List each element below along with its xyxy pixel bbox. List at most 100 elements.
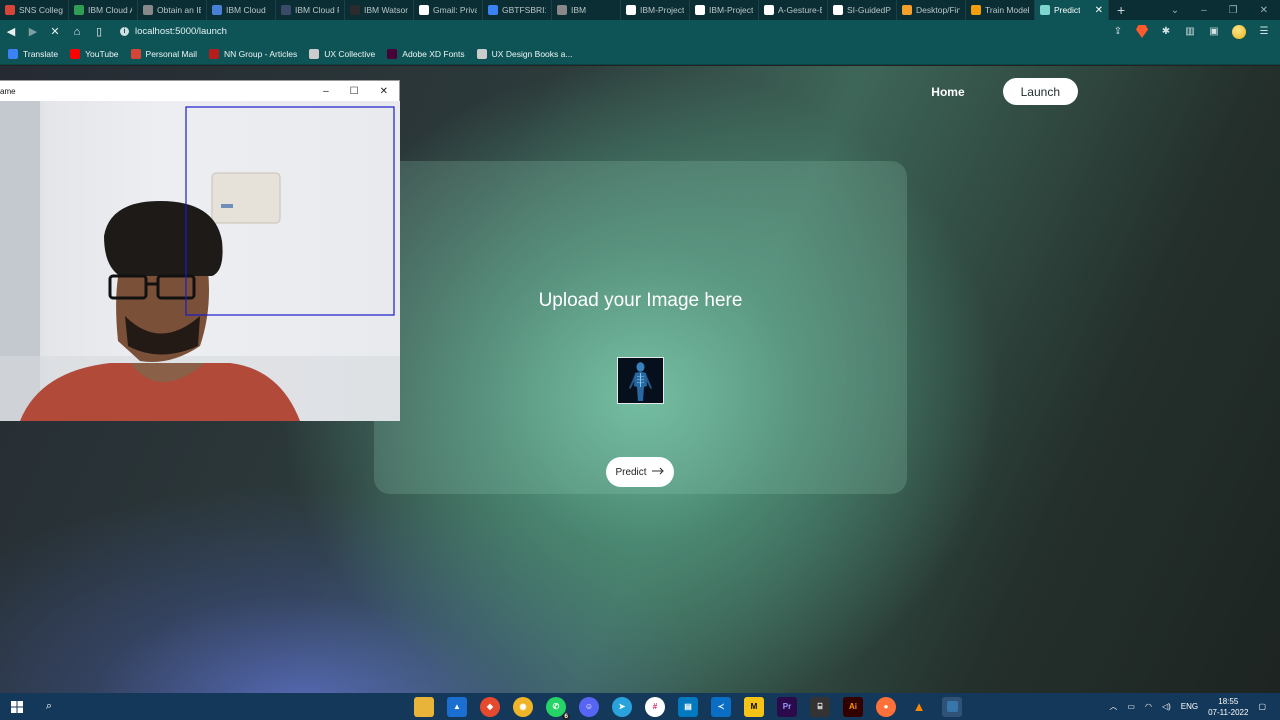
telegram-icon[interactable]: ➤ [612, 696, 632, 717]
bookmark-item[interactable]: UX Collective [309, 48, 375, 59]
stop-loading-icon[interactable]: ✕ [44, 25, 66, 38]
sidebar-icon[interactable]: ▥ [1184, 26, 1196, 38]
forward-icon[interactable]: ▶ [22, 25, 44, 38]
bookmark-label: Personal Mail [145, 48, 198, 59]
windows-start-icon[interactable] [0, 693, 34, 720]
whatsapp-icon[interactable]: ✆ 6 [546, 696, 570, 720]
browser-tab[interactable]: IBM Cloud A [69, 0, 138, 20]
image-preview[interactable] [617, 357, 664, 404]
gmail-icon [130, 48, 141, 59]
browser-tab[interactable]: IBM Cloud P [276, 0, 345, 20]
predict-button-label: Predict [615, 466, 647, 478]
browser-tab-label: Desktop/Fin [916, 5, 960, 15]
watson-icon [350, 5, 360, 15]
browser-tab[interactable]: IBM-Project [621, 0, 690, 20]
browser-tab[interactable]: Train Model [966, 0, 1035, 20]
browser-tab-label: Predict [1054, 5, 1081, 15]
chevron-up-icon[interactable]: ︿ [1109, 701, 1117, 712]
back-icon[interactable]: ◀ [0, 25, 22, 38]
gmail-icon [5, 5, 15, 15]
google-icon [419, 5, 429, 15]
search-icon[interactable]: ⌕ [34, 700, 64, 713]
browser-tab[interactable]: SNS College [0, 0, 69, 20]
share-icon[interactable]: ⇪ [1112, 26, 1124, 38]
windows-taskbar: ⌕ ▲ ◆ ◉ ✆ 6 ☺ ➤ # ▤ ≺ M Pr ⌸ Ai ● ▲ ︿ ▭ ◠… [0, 693, 1280, 720]
wifi-icon[interactable]: ◠ [1145, 702, 1152, 711]
discord-icon[interactable]: ☺ [579, 696, 599, 717]
chrome-icon[interactable]: ◉ [513, 696, 533, 717]
bookmark-item[interactable]: Personal Mail [130, 48, 198, 59]
bookmark-label: NN Group - Articles [224, 48, 298, 59]
browser-tab[interactable]: Desktop/Fin [897, 0, 966, 20]
browser-tab-label: GBTFSBRI11 [502, 5, 546, 15]
miro-icon[interactable]: M [744, 696, 764, 717]
minimize-icon[interactable]: – [1201, 5, 1207, 16]
camera-minimize-icon[interactable]: – [323, 86, 329, 97]
python-ide-icon[interactable]: ▲ [447, 696, 467, 717]
clock[interactable]: 18:55 07-11-2022 [1208, 696, 1248, 718]
notifications-icon[interactable]: ▢ [1258, 702, 1266, 711]
profile-avatar[interactable] [1232, 24, 1246, 39]
camera-maximize-icon[interactable]: ☐ [350, 86, 359, 97]
wallet-icon[interactable]: ▣ [1208, 26, 1220, 38]
camera-frame-window[interactable]: ame – ☐ ✕ [0, 80, 400, 421]
camera-icon[interactable]: ▭ [1127, 702, 1135, 711]
diamond-icon [488, 5, 498, 15]
browser-tab[interactable]: SI-GuidedPr [828, 0, 897, 20]
brave-shields-icon[interactable] [1136, 25, 1148, 38]
browser-tab[interactable]: A-Gesture-B [759, 0, 828, 20]
terminal-icon[interactable]: ⌸ [810, 696, 830, 717]
bookmark-item[interactable]: Translate [8, 48, 58, 59]
webcam-feed [0, 101, 400, 421]
xd-icon [387, 48, 398, 59]
tab-close-icon[interactable]: ✕ [1095, 5, 1103, 16]
volume-icon[interactable]: ◁) [1162, 702, 1171, 711]
new-tab-button[interactable]: + [1117, 2, 1125, 18]
site-nav: Home Launch [931, 78, 1078, 105]
firefox-icon[interactable]: ● [876, 696, 896, 717]
premiere-pro-icon[interactable]: Pr [777, 696, 797, 717]
language-indicator[interactable]: ENG [1181, 702, 1198, 711]
bookmarks-bar: Translate YouTube Personal Mail NN Group - … [0, 43, 1280, 65]
browser-tab[interactable]: Predict ✕ [1035, 0, 1109, 20]
upload-title: Upload your Image here [538, 290, 743, 311]
bookmark-item[interactable]: YouTube [70, 48, 119, 59]
close-icon[interactable]: ✕ [1260, 5, 1268, 16]
browser-tab[interactable]: IBM-Project [690, 0, 759, 20]
brave-browser-icon[interactable]: ◆ [480, 696, 500, 717]
camera-window-titlebar[interactable]: ame – ☐ ✕ [0, 81, 399, 101]
browser-tab-label: SI-GuidedPr [847, 5, 891, 15]
bookmark-icon[interactable]: ▯ [88, 25, 110, 38]
bookmark-item[interactable]: Adobe XD Fonts [387, 48, 465, 59]
tab-search-icon[interactable]: ⌄ [1171, 5, 1179, 16]
vscode-icon[interactable]: ≺ [711, 696, 731, 717]
url-field[interactable]: i localhost:5000/launch [120, 26, 227, 37]
taskbar-apps: ▲ ◆ ◉ ✆ 6 ☺ ➤ # ▤ ≺ M Pr ⌸ Ai ● ▲ [414, 693, 962, 720]
browser-tab[interactable]: GBTFSBRI11 [483, 0, 552, 20]
upload-card: Upload your Image here Predict [374, 161, 907, 494]
browser-tab[interactable]: Obtain an IB [138, 0, 207, 20]
translate-icon [8, 48, 18, 59]
file-explorer-icon[interactable] [414, 696, 434, 717]
slack-icon[interactable]: # [645, 696, 665, 717]
browser-tab[interactable]: IBM Watson [345, 0, 414, 20]
github-icon [626, 5, 636, 15]
home-icon[interactable]: ⌂ [66, 26, 88, 38]
browser-tab[interactable]: IBM [552, 0, 621, 20]
nav-home-link[interactable]: Home [931, 85, 964, 99]
illustrator-icon[interactable]: Ai [843, 696, 863, 717]
browser-tab[interactable]: Gmail: Privat [414, 0, 483, 20]
site-info-icon[interactable]: i [120, 27, 129, 36]
browser-tab[interactable]: IBM Cloud [207, 0, 276, 20]
menu-icon[interactable]: ☰ [1258, 26, 1270, 38]
bookmark-item[interactable]: NN Group - Articles [209, 48, 298, 59]
restore-icon[interactable]: ❐ [1229, 5, 1238, 16]
python-window-icon[interactable] [942, 696, 962, 717]
predict-button[interactable]: Predict [606, 457, 674, 487]
nav-launch-button[interactable]: Launch [1002, 78, 1078, 105]
camera-close-icon[interactable]: ✕ [380, 86, 388, 97]
bookmark-item[interactable]: UX Design Books a... [476, 48, 572, 59]
vlc-icon[interactable]: ▲ [909, 697, 929, 717]
trello-icon[interactable]: ▤ [678, 696, 698, 717]
extensions-icon[interactable]: ✱ [1160, 26, 1172, 38]
